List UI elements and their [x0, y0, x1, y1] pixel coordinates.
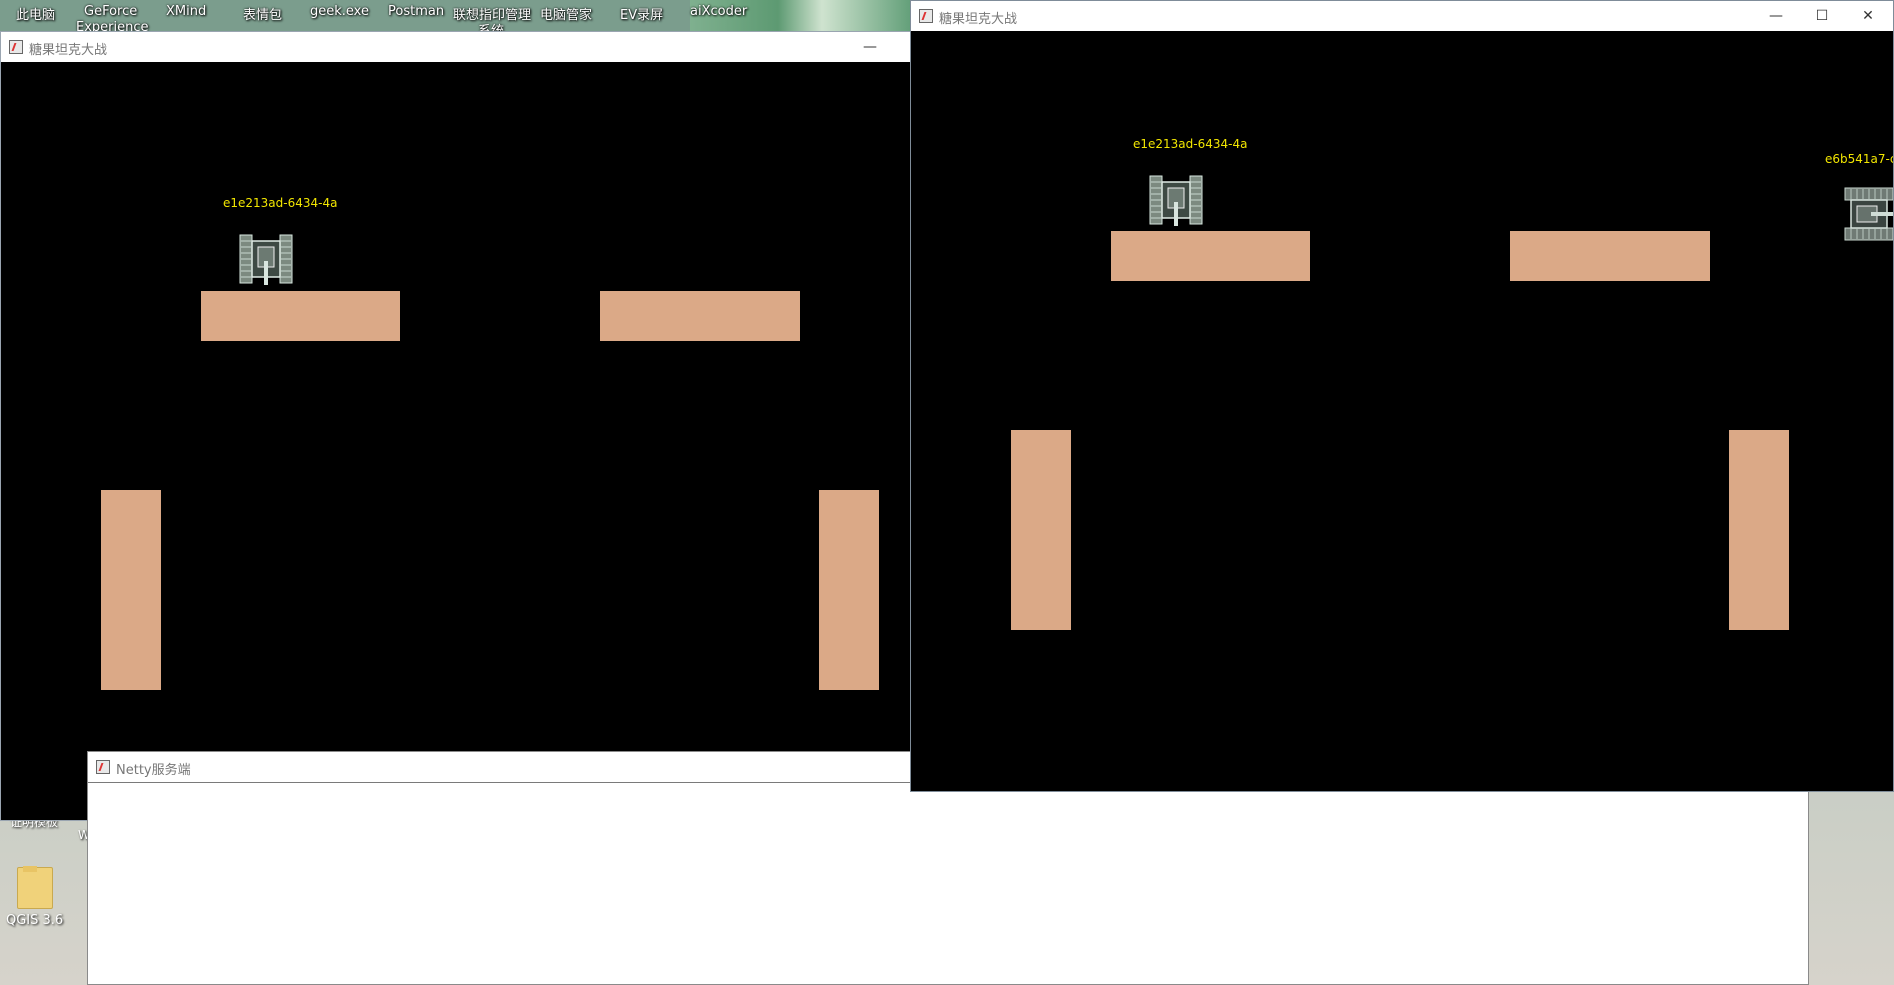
desktop-icon-xmind[interactable]: XMind: [166, 4, 206, 19]
minimize-button[interactable]: —: [847, 32, 893, 62]
enemy-tank-icon: [1844, 187, 1893, 241]
game-window-right[interactable]: 糖果坦克大战 — ☐ ✕ e1e213ad-6434-4a e6b541a7-c…: [910, 0, 1894, 792]
tank-name-label: e1e213ad-6434-4a: [1133, 137, 1248, 151]
game-canvas-left[interactable]: e1e213ad-6434-4a: [1, 62, 911, 820]
desktop-icon-this-pc[interactable]: 此电脑: [16, 4, 55, 23]
minimize-button[interactable]: —: [1753, 1, 1799, 31]
game-canvas-right[interactable]: e1e213ad-6434-4a e6b541a7-c3: [911, 31, 1893, 791]
brick-wall: [819, 490, 879, 690]
game-window-left[interactable]: 糖果坦克大战 — e1e213ad-6434-4a: [0, 31, 912, 821]
desktop-icon-postman[interactable]: Postman: [388, 4, 444, 19]
brick-wall: [1011, 430, 1071, 630]
tank-name-label: e1e213ad-6434-4a: [223, 196, 338, 210]
maximize-button[interactable]: ☐: [1799, 1, 1845, 31]
game-window-right-titlebar[interactable]: 糖果坦克大战 — ☐ ✕: [911, 1, 1893, 31]
brick-wall: [201, 291, 400, 341]
qgis-folder-icon[interactable]: [12, 865, 56, 909]
java-app-icon: [919, 9, 933, 23]
desktop-icon-aixcoder[interactable]: aiXcoder: [690, 4, 747, 19]
desktop-icon-geek[interactable]: geek.exe: [310, 4, 369, 19]
brick-wall: [1729, 430, 1789, 630]
brick-wall: [600, 291, 800, 341]
player-tank-icon: [239, 234, 293, 285]
window-title: Netty服务端: [116, 763, 191, 778]
player-tank-icon: [1149, 175, 1203, 226]
desktop-icon-qgis-label[interactable]: QGIS 3.6: [6, 913, 63, 928]
desktop-icon-geforce[interactable]: GeForce: [84, 4, 137, 19]
desktop-icon-pc-manager[interactable]: 电脑管家: [540, 4, 592, 23]
window-title: 糖果坦克大战: [29, 43, 108, 58]
window-title: 糖果坦克大战: [939, 12, 1018, 27]
brick-wall: [1111, 231, 1310, 281]
desktop-icon-stickers[interactable]: 表情包: [243, 4, 282, 23]
brick-wall: [1510, 231, 1710, 281]
desktop-icon-ev-recorder[interactable]: EV录屏: [620, 4, 663, 23]
java-app-icon: [9, 40, 23, 54]
netty-log-area[interactable]: [88, 782, 1808, 984]
java-app-icon: [96, 760, 110, 774]
close-button[interactable]: ✕: [1845, 1, 1891, 31]
game-window-left-titlebar[interactable]: 糖果坦克大战 —: [1, 32, 911, 62]
brick-wall: [101, 490, 161, 690]
tank-name-label: e6b541a7-c3: [1825, 152, 1893, 166]
